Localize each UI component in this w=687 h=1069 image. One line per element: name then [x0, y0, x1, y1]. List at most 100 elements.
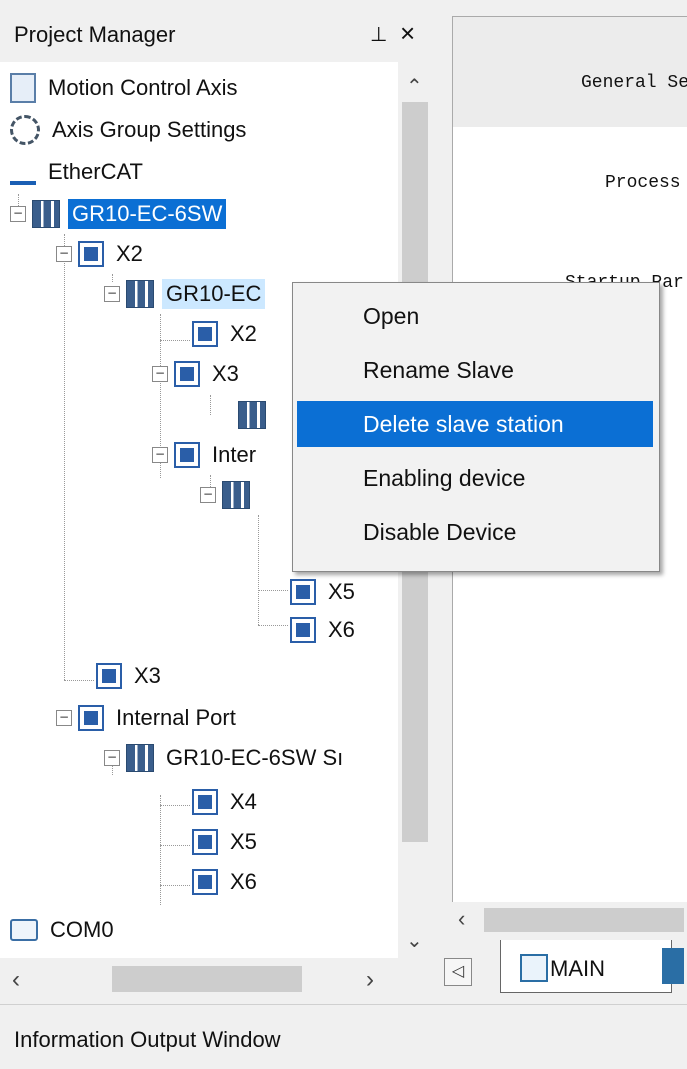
scroll-down-icon[interactable]: ⌄ — [406, 928, 423, 953]
tree-horizontal-scrollbar[interactable]: ‹ › — [0, 958, 432, 1000]
tree-item-internal-x5[interactable]: X5 — [192, 822, 261, 862]
device-icon — [238, 401, 266, 429]
project-manager-header: Project Manager ⊥ × — [0, 0, 432, 62]
collapse-icon[interactable]: − — [104, 750, 120, 766]
menu-item-rename-slave[interactable]: Rename Slave — [297, 347, 653, 393]
tab-main-label: MAIN — [550, 956, 605, 981]
tree-item-label: Internal Port — [116, 705, 236, 730]
general-settings-label: General Se — [581, 73, 687, 93]
tree-item-internal-device[interactable]: − GR10-EC-6SW Sı — [104, 738, 347, 778]
ethercat-icon — [10, 159, 36, 185]
tree-item-child-internal-device[interactable]: − — [200, 475, 258, 515]
collapse-icon[interactable]: − — [200, 487, 216, 503]
port-icon — [96, 663, 122, 689]
process-label: Process — [605, 173, 681, 193]
port-icon — [192, 789, 218, 815]
scroll-up-icon[interactable]: ⌃ — [406, 74, 423, 99]
tree-item-child-device[interactable]: − GR10-EC — [104, 274, 266, 314]
tree-item-child-x6[interactable]: X6 — [290, 610, 359, 650]
tree-item-label: GR10-EC — [162, 279, 266, 309]
program-icon — [520, 954, 548, 982]
tree-item-label: X6 — [230, 869, 257, 894]
scroll-thumb[interactable] — [112, 966, 302, 992]
tab-next-icon[interactable] — [662, 948, 684, 984]
tree-line — [210, 395, 211, 415]
tree-item-label: X6 — [328, 617, 355, 642]
close-icon[interactable]: × — [400, 18, 415, 49]
tree-item-label: Motion Control Axis — [48, 75, 238, 100]
port-icon — [290, 579, 316, 605]
scroll-left-icon[interactable]: ‹ — [12, 966, 20, 994]
collapse-icon[interactable]: − — [10, 206, 26, 222]
tree-item-motion-control-axis[interactable]: Motion Control Axis — [10, 68, 242, 108]
document-horizontal-scrollbar[interactable]: ‹ — [452, 902, 687, 938]
tree-line — [258, 625, 288, 626]
port-icon — [78, 241, 104, 267]
information-output-label: Information Output Window — [14, 1027, 281, 1052]
port-icon — [192, 869, 218, 895]
collapse-icon[interactable]: − — [56, 710, 72, 726]
device-icon — [222, 481, 250, 509]
tree-item-label: Axis Group Settings — [52, 117, 247, 142]
tree-item-child-x2[interactable]: X2 — [192, 314, 261, 354]
tree-item-child-x3-device[interactable] — [238, 395, 274, 435]
scroll-left-icon[interactable]: ‹ — [458, 906, 465, 932]
tree-item-label: X5 — [328, 579, 355, 604]
menu-item-delete-slave-station[interactable]: Delete slave station — [297, 401, 653, 447]
port-icon — [192, 321, 218, 347]
menu-item-open[interactable]: Open — [297, 293, 653, 339]
tree-line — [258, 515, 259, 625]
tree-item-label: EtherCAT — [48, 159, 143, 184]
axis-icon — [10, 73, 36, 103]
scroll-right-icon[interactable]: › — [366, 966, 374, 994]
tree-line — [160, 885, 190, 886]
tree-item-label: X4 — [230, 789, 257, 814]
tree-item-child-x5[interactable]: X5 — [290, 572, 359, 612]
project-manager-title: Project Manager — [14, 22, 176, 47]
editor-tabs: ◁ MAIN — [440, 940, 687, 1000]
tree-item-label: X2 — [230, 321, 257, 346]
context-menu: Open Rename Slave Delete slave station E… — [292, 282, 660, 572]
tree-item-label: X3 — [134, 663, 161, 688]
port-icon — [174, 361, 200, 387]
tree-line — [258, 590, 288, 591]
tree-item-axis-group-settings[interactable]: Axis Group Settings — [10, 110, 250, 150]
document-header: General Se — [453, 17, 687, 127]
tree-item-x3[interactable]: X3 — [96, 656, 165, 696]
tree-item-com0[interactable]: COM0 — [10, 910, 118, 950]
information-output-window[interactable]: Information Output Window — [0, 1004, 687, 1069]
tree-item-internal-x4[interactable]: X4 — [192, 782, 261, 822]
tree-item-internal-port[interactable]: − Internal Port — [56, 698, 240, 738]
port-icon — [174, 442, 200, 468]
gear-icon — [10, 115, 40, 145]
tree-item-label: X3 — [212, 361, 239, 386]
tree-item-internal-x6[interactable]: X6 — [192, 862, 261, 902]
tree-line — [160, 805, 190, 806]
port-icon — [192, 829, 218, 855]
tree-item-label: X5 — [230, 829, 257, 854]
tab-scroll-left-icon[interactable]: ◁ — [444, 958, 472, 986]
tree-item-label: GR10-EC-6SW — [68, 199, 227, 229]
scroll-thumb[interactable] — [484, 908, 684, 932]
collapse-icon[interactable]: − — [152, 366, 168, 382]
collapse-icon[interactable]: − — [152, 447, 168, 463]
tree-item-label: Inter — [212, 442, 257, 467]
port-icon — [290, 617, 316, 643]
tree-item-child-internal[interactable]: − Inter — [152, 435, 260, 475]
collapse-icon[interactable]: − — [56, 246, 72, 262]
device-icon — [126, 744, 154, 772]
tree-item-label: GR10-EC-6SW Sı — [166, 745, 344, 770]
tree-line — [160, 795, 161, 905]
tree-item-root-device[interactable]: − GR10-EC-6SW — [10, 194, 227, 234]
device-icon — [32, 200, 60, 228]
pin-icon[interactable]: ⊥ — [370, 22, 387, 47]
menu-item-disable-device[interactable]: Disable Device — [297, 509, 653, 555]
menu-item-enabling-device[interactable]: Enabling device — [297, 455, 653, 501]
collapse-icon[interactable]: − — [104, 286, 120, 302]
tree-item-child-x3[interactable]: − X3 — [152, 354, 243, 394]
tree-item-label: COM0 — [50, 917, 114, 942]
tree-item-label: X2 — [116, 241, 143, 266]
tree-item-x2[interactable]: − X2 — [56, 234, 147, 274]
tree-item-ethercat[interactable]: EtherCAT — [10, 152, 147, 192]
port-icon — [78, 705, 104, 731]
